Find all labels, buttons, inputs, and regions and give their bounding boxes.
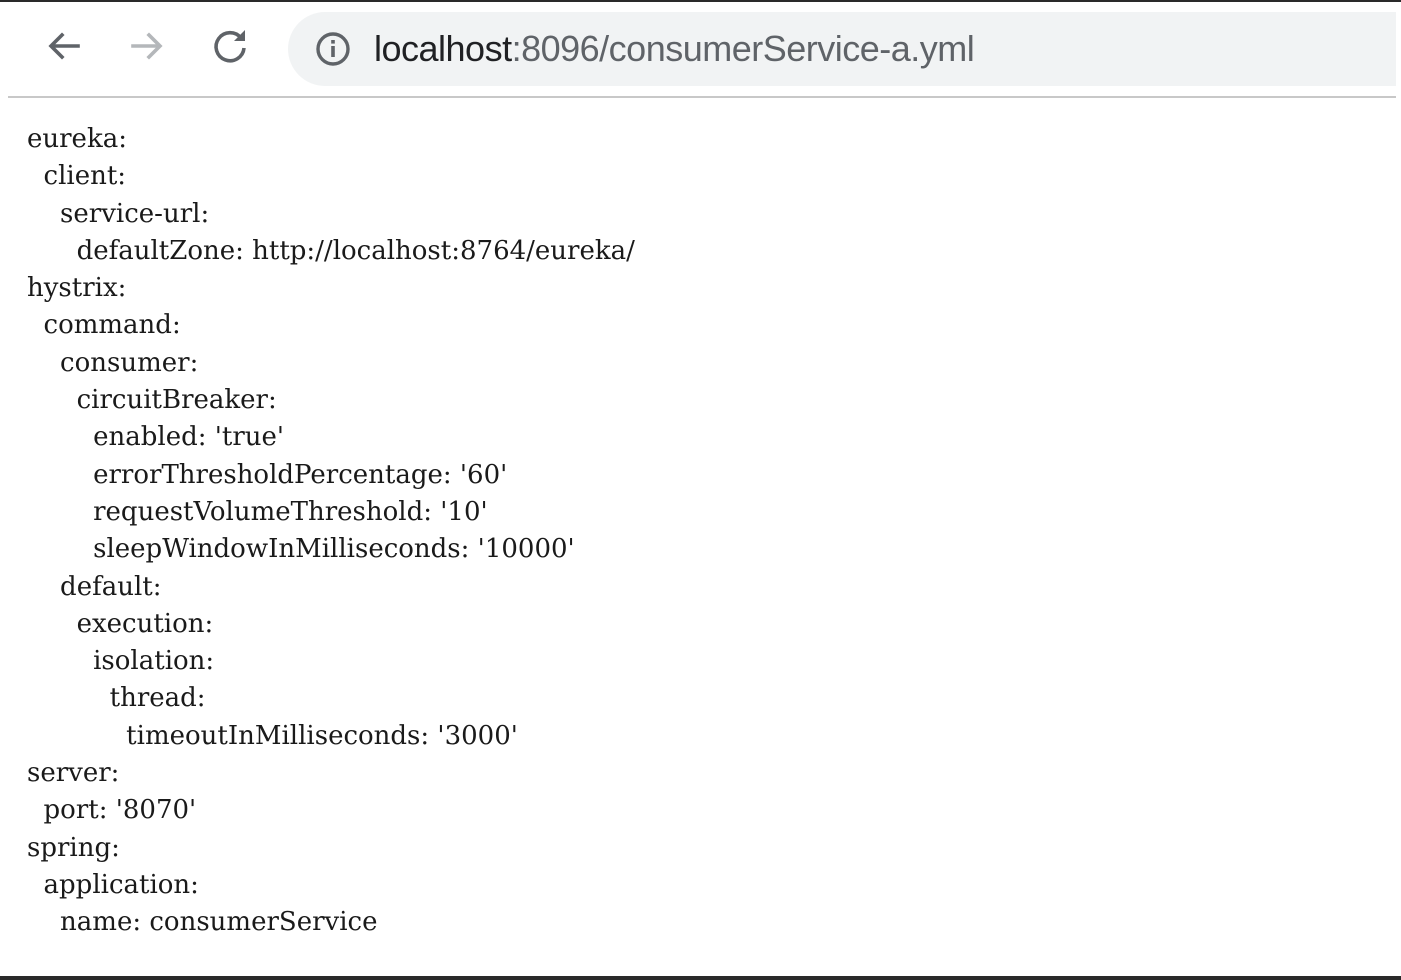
url-text[interactable]: localhost:8096/consumerService-a.yml bbox=[374, 28, 975, 70]
reload-button[interactable] bbox=[206, 22, 254, 70]
browser-toolbar: localhost:8096/consumerService-a.yml bbox=[0, 2, 1401, 96]
code-line: command: bbox=[27, 310, 181, 341]
forward-button[interactable] bbox=[123, 22, 171, 70]
code-line: port: '8070' bbox=[27, 795, 197, 826]
code-line: spring: bbox=[27, 832, 120, 863]
url-host: localhost bbox=[374, 28, 512, 69]
address-bar[interactable]: localhost:8096/consumerService-a.yml bbox=[288, 12, 1396, 86]
arrow-left-icon bbox=[48, 32, 80, 60]
code-line: client: bbox=[27, 161, 127, 192]
code-line: hystrix: bbox=[27, 273, 127, 304]
code-line: service-url: bbox=[27, 198, 210, 229]
code-line: isolation: bbox=[27, 646, 215, 677]
code-line: sleepWindowInMilliseconds: '10000' bbox=[27, 534, 575, 565]
arrow-right-icon bbox=[131, 32, 163, 60]
code-line: application: bbox=[27, 869, 199, 900]
bottom-border bbox=[0, 976, 1401, 980]
code-line: requestVolumeThreshold: '10' bbox=[27, 496, 488, 527]
code-line: circuitBreaker: bbox=[27, 385, 277, 416]
yaml-document: eureka: client: service-url: defaultZone… bbox=[27, 121, 635, 942]
code-line: name: consumerService bbox=[27, 907, 378, 938]
back-button[interactable] bbox=[40, 22, 88, 70]
code-line: execution: bbox=[27, 608, 214, 639]
code-line: errorThresholdPercentage: '60' bbox=[27, 459, 508, 490]
reload-icon bbox=[214, 30, 246, 63]
url-path: :8096/consumerService-a.yml bbox=[511, 28, 975, 69]
code-line: consumer: bbox=[27, 347, 199, 378]
info-icon[interactable] bbox=[312, 28, 354, 70]
code-line: defaultZone: http://localhost:8764/eurek… bbox=[27, 235, 635, 266]
toolbar-divider bbox=[8, 96, 1396, 98]
code-line: timeoutInMilliseconds: '3000' bbox=[27, 720, 518, 751]
code-line: default: bbox=[27, 571, 162, 602]
code-line: server: bbox=[27, 758, 120, 789]
code-line: thread: bbox=[27, 683, 206, 714]
code-line: eureka: bbox=[27, 124, 127, 154]
code-line: enabled: 'true' bbox=[27, 422, 285, 453]
